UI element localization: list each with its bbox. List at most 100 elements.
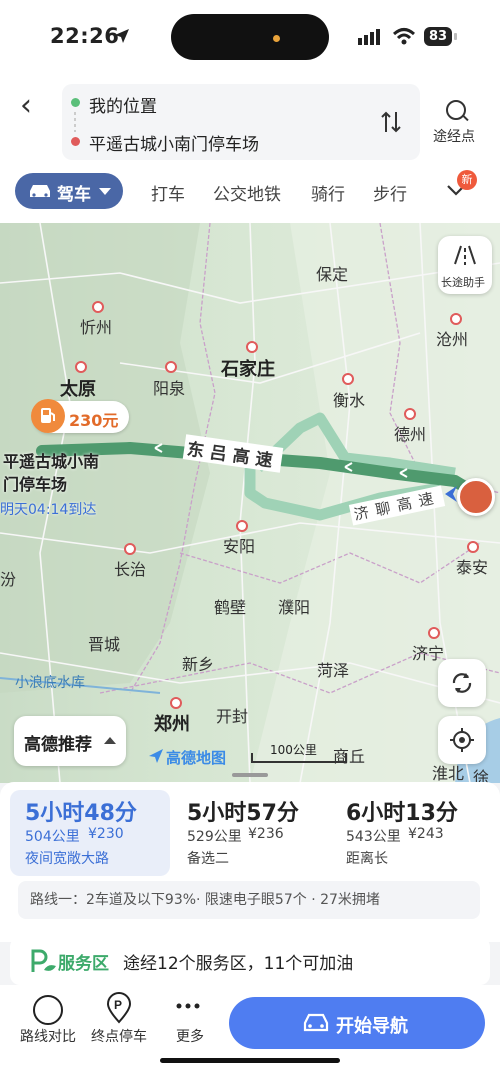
clock: 22:26 [50, 24, 120, 48]
route-2-tag: 备选二 [187, 851, 229, 867]
city-puyang: 濮阳 [278, 598, 311, 617]
location-arrow-icon [115, 29, 129, 43]
compare-routes-button[interactable]: 路线对比 [20, 992, 76, 1048]
route-3-cost: ¥243 [408, 826, 444, 842]
recommend-label: 高德推荐 [24, 735, 92, 755]
gas-station-icon [31, 399, 65, 433]
parking-label: 终点停车 [91, 1029, 147, 1045]
my-location-avatar [457, 478, 495, 516]
car-icon [30, 185, 50, 197]
caret-up-icon [104, 737, 116, 744]
start-navigation-button[interactable]: 开始导航 [229, 997, 485, 1049]
origin-field[interactable]: 我的位置 [89, 92, 157, 117]
car-icon [303, 1013, 329, 1032]
route-1-distance: 504公里 [25, 829, 80, 845]
signal-icon [358, 29, 380, 45]
locate-button[interactable] [438, 716, 486, 764]
refresh-button[interactable] [438, 659, 486, 707]
battery-level: 83 [424, 27, 452, 46]
city-baoding: 保定 [316, 265, 349, 284]
destination-parking-button[interactable]: P 终点停车 [89, 992, 149, 1048]
amap-logo-icon [149, 749, 163, 763]
origin-dot [71, 98, 80, 107]
back-icon[interactable]: ‹ [20, 91, 40, 122]
service-area-bar[interactable]: 服务区 途经12个服务区，11个可加油 [10, 937, 490, 985]
city-xinzhou: 忻州 [80, 318, 113, 337]
scale-label: 100公里 [270, 743, 317, 757]
route-2-time: 5小时57分 [187, 801, 299, 826]
service-area-icon [31, 949, 56, 972]
city-taiyuan: 太原 [60, 379, 96, 400]
route-1-cost: ¥230 [88, 826, 124, 842]
city-taian: 泰安 [456, 558, 489, 577]
tab-transit[interactable]: 公交地铁 [213, 180, 281, 205]
destination-field[interactable]: 平遥古城小南门停车场 [89, 130, 259, 155]
route-connector [74, 112, 76, 132]
route-1-time: 5小时48分 [25, 801, 137, 826]
more-dots-icon [176, 1003, 200, 1009]
fuel-cost-chip[interactable]: 230元 [31, 399, 129, 433]
more-label: 更多 [176, 1029, 204, 1045]
compare-label: 路线对比 [20, 1029, 76, 1045]
search-icon[interactable] [446, 100, 466, 120]
destination-label-line2: 门停车场 [3, 475, 68, 494]
city-heze: 菏泽 [317, 661, 350, 680]
route-info-bar[interactable]: 路线一：2车道及以下93%· 限速电子眼57个 · 27米拥堵 [18, 881, 480, 919]
swap-icon[interactable] [380, 110, 402, 134]
tab-walking[interactable]: 步行 [373, 180, 407, 205]
tab-drive-label: 驾车 [57, 185, 91, 205]
city-marker [170, 697, 182, 709]
city-marker [165, 361, 177, 373]
city-marker [342, 373, 354, 385]
more-button[interactable]: 更多 [168, 992, 212, 1048]
city-marker [467, 541, 479, 553]
sheet-handle[interactable] [232, 773, 268, 777]
route-2-cost: ¥236 [248, 826, 284, 842]
compare-icon [33, 995, 63, 1025]
city-kaifeng: 开封 [216, 707, 249, 726]
city-shijiazhuang: 石家庄 [221, 359, 275, 380]
via-point-button[interactable]: 途经点 [433, 126, 475, 146]
destination-dot [71, 137, 80, 146]
city-marker [75, 361, 87, 373]
city-xuzhou: 徐州 [473, 768, 490, 783]
city-jining: 济宁 [412, 644, 445, 663]
wifi-icon [392, 28, 416, 45]
city-marker [236, 520, 248, 532]
heading-arrow-icon [445, 486, 457, 502]
city-hengshui: 衡水 [333, 391, 366, 410]
lake-xiaolangdi: 小浪底水库 [15, 675, 85, 691]
city-marker [450, 313, 462, 325]
long-trip-label: 长途助手 [441, 276, 485, 289]
service-area-text: 途经12个服务区，11个可加油 [123, 954, 354, 974]
city-jincheng: 晋城 [88, 635, 121, 654]
recommend-dropdown[interactable]: 高德推荐 [14, 716, 126, 766]
tab-taxi[interactable]: 打车 [151, 180, 185, 205]
tab-drive[interactable]: 驾车 [15, 173, 123, 209]
eta-label: 明天04:14到达 [0, 502, 97, 518]
city-marker [246, 341, 258, 353]
city-dezhou: 德州 [394, 425, 427, 444]
route-3-time: 6小时13分 [346, 801, 458, 826]
tab-cycling[interactable]: 骑行 [311, 180, 345, 205]
city-fen: 汾 [0, 570, 17, 589]
city-xinxiang: 新乡 [182, 655, 215, 674]
locate-icon [450, 728, 474, 752]
dynamic-island [171, 14, 329, 60]
recording-dot [273, 35, 280, 42]
city-marker [124, 543, 136, 555]
parking-icon: P [106, 992, 132, 1024]
route-3-distance: 543公里 [346, 829, 401, 845]
caret-down-icon [99, 188, 111, 195]
city-yangquan: 阳泉 [153, 379, 186, 398]
city-marker [404, 408, 416, 420]
battery-tip [454, 33, 457, 40]
fuel-cost: 230元 [69, 411, 119, 430]
new-badge: 新 [457, 170, 477, 190]
city-marker [92, 301, 104, 313]
city-changzhi: 长治 [114, 560, 147, 579]
long-trip-assistant-button[interactable]: 长途助手 [438, 236, 492, 294]
map-view[interactable]: 忻州 保定 沧州 石家庄 太原 阳泉 衡水 德州 汾 安阳 长治 泰安 鹤壁 濮… [0, 223, 500, 783]
destination-label-line1: 平遥古城小南 [3, 452, 100, 471]
refresh-icon [452, 673, 472, 693]
